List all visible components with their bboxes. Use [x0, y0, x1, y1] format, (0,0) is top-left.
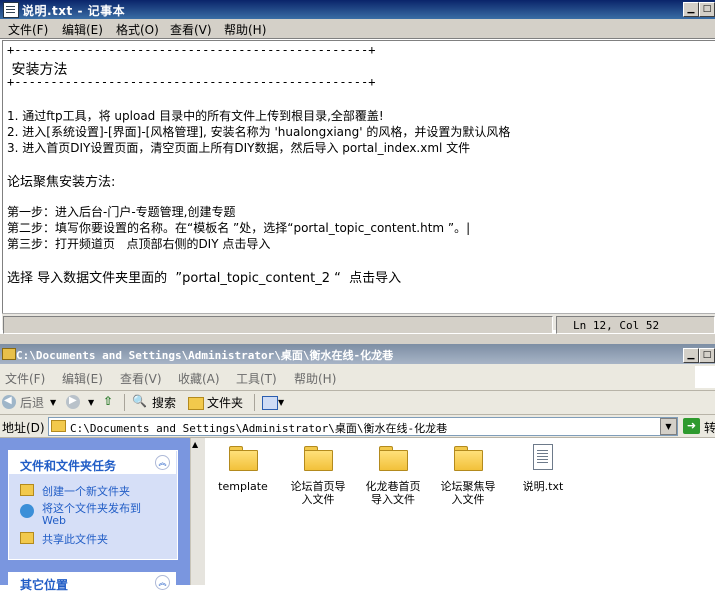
text-line: 1. 通过ftp工具，将 upload 目录中的所有文件上传到根目录,全部覆盖!: [7, 109, 384, 123]
explorer-titlebar[interactable]: C:\Documents and Settings\Administrator\…: [0, 344, 715, 364]
menu-file[interactable]: 文件(F): [8, 21, 48, 38]
vertical-scrollbar[interactable]: ▲: [190, 438, 205, 585]
maximize-button[interactable]: □: [699, 348, 715, 363]
text-line: 论坛聚焦安装方法:: [7, 175, 116, 190]
back-button[interactable]: 后退: [20, 394, 44, 411]
menu-favorites[interactable]: 收藏(A): [178, 370, 220, 387]
notepad-text-area[interactable]: +---------------------------------------…: [2, 40, 715, 314]
text-line: 第二步：填写你要设置的名称。在“模板名 ”处，选择“portal_topic_c…: [7, 221, 471, 235]
menu-help[interactable]: 帮助(H): [294, 370, 336, 387]
minimize-button[interactable]: ▁: [683, 2, 699, 17]
folder-icon: [378, 446, 408, 471]
views-icon[interactable]: [262, 396, 278, 410]
folder-icon: [51, 420, 66, 432]
up-folder-icon[interactable]: ⇧: [103, 394, 113, 408]
text-line: +---------------------------------------…: [7, 43, 376, 57]
address-label: 地址(D): [2, 421, 45, 435]
go-arrow-icon[interactable]: ➜: [683, 418, 700, 434]
menu-edit[interactable]: 编辑(E): [62, 370, 103, 387]
task-share-folder[interactable]: 共享此文件夹: [42, 531, 108, 547]
cursor-position: Ln 12, Col 52: [573, 319, 660, 332]
text-line: 3. 进入首页DIY设置页面，清空页面上所有DIY数据，然后导入 portal_…: [7, 141, 471, 155]
toolbar-separator: [124, 394, 125, 411]
task-publish-web[interactable]: 将这个文件夹发布到 Web: [42, 503, 141, 527]
new-folder-icon: [20, 484, 34, 496]
folder-icon: [2, 348, 16, 360]
folder-icon: [228, 446, 258, 471]
notepad-title: 说明.txt - 记事本: [22, 4, 126, 18]
toolbar-separator: [254, 394, 255, 411]
back-arrow-icon[interactable]: [2, 395, 16, 409]
share-folder-icon: [20, 532, 34, 544]
collapse-icon[interactable]: ︽: [155, 455, 170, 470]
text-line: 选择 导入数据文件夹里面的 ”portal_topic_content_2 “ …: [7, 271, 402, 286]
folder-icon: [303, 446, 333, 471]
notepad-bottom-frame: [0, 334, 715, 344]
file-name: 论坛首页导 入文件: [290, 480, 346, 506]
go-button-label[interactable]: 转: [704, 419, 715, 436]
menu-tools[interactable]: 工具(T): [236, 370, 277, 387]
text-line: 2. 进入[系统设置]-[界面]-[风格管理], 安装名称为 'hualongx…: [7, 125, 511, 139]
folder-icon: [453, 446, 483, 471]
address-value: C:\Documents and Settings\Administrator\…: [70, 422, 448, 435]
collapse-icon[interactable]: ︽: [155, 575, 170, 590]
text-line: +---------------------------------------…: [7, 75, 376, 89]
chevron-down-icon[interactable]: ▼: [50, 398, 56, 407]
folders-icon: [188, 397, 204, 410]
notepad-titlebar[interactable]: 说明.txt - 记事本 ▁ □: [0, 0, 715, 19]
file-name: template: [218, 480, 268, 493]
windows-logo-icon: [695, 366, 715, 388]
menu-view[interactable]: 查看(V): [120, 370, 162, 387]
text-line: 第一步：进入后台-门户-专题管理,创建专题: [7, 205, 236, 219]
file-name: 论坛聚焦导 入文件: [440, 480, 496, 506]
text-line: 第三步：打开频道页 点顶部右侧的DIY 点击导入: [7, 237, 271, 251]
address-dropdown-button[interactable]: ▼: [660, 418, 677, 435]
search-icon: 🔍: [132, 394, 147, 408]
folders-button[interactable]: 文件夹: [207, 394, 243, 411]
status-pane: [3, 316, 553, 334]
globe-icon: [20, 504, 34, 518]
notepad-menubar: 文件(F) 编辑(E) 格式(O) 查看(V) 帮助(H): [0, 19, 715, 39]
forward-arrow-icon[interactable]: [66, 395, 80, 409]
menu-format[interactable]: 格式(O): [116, 21, 159, 38]
menu-edit[interactable]: 编辑(E): [62, 21, 103, 38]
menu-file[interactable]: 文件(F): [5, 370, 45, 387]
chevron-down-icon[interactable]: ▼: [88, 398, 94, 407]
file-tasks-title[interactable]: 文件和文件夹任务: [20, 457, 116, 474]
minimize-button[interactable]: ▁: [683, 348, 699, 363]
explorer-toolbar: 后退 ▼ ▼ ⇧ 🔍 搜索 文件夹 ▼: [0, 391, 715, 415]
maximize-button[interactable]: □: [699, 2, 715, 17]
explorer-menubar: 文件(F) 编辑(E) 查看(V) 收藏(A) 工具(T) 帮助(H): [0, 364, 715, 391]
search-button[interactable]: 搜索: [152, 394, 176, 411]
text-file-icon: [533, 444, 553, 470]
task-new-folder[interactable]: 创建一个新文件夹: [42, 483, 130, 499]
scroll-up-icon[interactable]: ▲: [192, 440, 198, 449]
notepad-icon: [3, 2, 19, 18]
file-name: 化龙巷首页 导入文件: [365, 480, 421, 506]
menu-help[interactable]: 帮助(H): [224, 21, 266, 38]
explorer-title: C:\Documents and Settings\Administrator\…: [16, 349, 394, 362]
menu-view[interactable]: 查看(V): [170, 21, 212, 38]
chevron-down-icon[interactable]: ▼: [278, 398, 284, 407]
file-name: 说明.txt: [522, 480, 564, 493]
